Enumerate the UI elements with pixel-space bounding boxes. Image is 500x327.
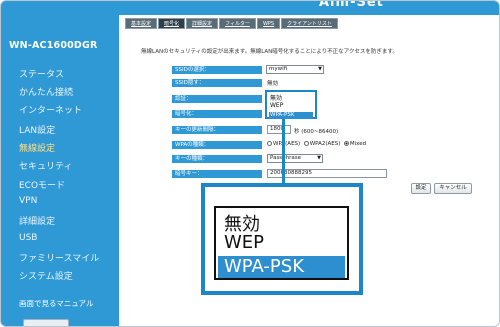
key-type-label: キーの種類：: [172, 155, 262, 163]
mixed-label: Mixed: [349, 141, 367, 147]
ssid-stealth-label: SSID隠す：: [172, 79, 262, 87]
manual-button[interactable]: [23, 319, 69, 326]
save-button[interactable]: 設定: [411, 183, 431, 194]
sidebar-item-wireless[interactable]: 無線設定: [19, 141, 55, 154]
key-interval-input[interactable]: 1800: [267, 125, 291, 134]
ssid-stealth-value[interactable]: 無効: [267, 79, 278, 87]
top-header: Aim-Set: [119, 0, 499, 15]
sidebar-item-status[interactable]: ステータス: [19, 67, 64, 80]
encryption-option-wep[interactable]: WEP: [270, 102, 283, 109]
screenshot-frame: WN-AC1600DGR ステータス かんたん接続 インターネット LAN設定 …: [0, 0, 500, 327]
sidebar-item-usb[interactable]: USB: [19, 233, 37, 243]
sidebar-item-family-smile[interactable]: ファミリースマイル: [19, 251, 99, 264]
encryption-option-wpa-psk[interactable]: WPA-PSK: [269, 112, 313, 119]
tab-client-list[interactable]: クライアントリスト: [281, 18, 338, 29]
tab-basic[interactable]: 基本設定: [125, 18, 158, 29]
tab-bar: 基本設定 暗号化 詳細設定 フィルター WPS クライアントリスト: [125, 18, 338, 29]
sidebar-item-eco-mode[interactable]: ECOモード: [19, 178, 65, 191]
wpa-aes-label: WPA(AES): [273, 141, 301, 147]
manual-link[interactable]: 画面で見るマニュアル: [19, 298, 93, 309]
key-type-select[interactable]: Passphrase ▼: [267, 154, 323, 163]
ssid-select-label: SSIDの選択：: [172, 66, 262, 74]
sidebar-item-advanced[interactable]: 詳細設定: [19, 214, 55, 227]
brand-logo: Aim-Set: [319, 0, 384, 10]
sidebar-item-lan[interactable]: LAN設定: [19, 123, 55, 136]
tab-encryption[interactable]: 暗号化: [158, 18, 186, 29]
encryption-key-input[interactable]: 200630888295: [267, 169, 387, 178]
sidebar: WN-AC1600DGR ステータス かんたん接続 インターネット LAN設定 …: [1, 1, 119, 326]
sidebar-item-internet[interactable]: インターネット: [19, 103, 82, 116]
key-interval-unit: 秒 (600~86400): [294, 129, 339, 135]
wpa-aes-radio[interactable]: [267, 141, 272, 146]
zoom-connector: [282, 119, 285, 183]
zoom-option-wep: WEP: [224, 232, 265, 253]
tab-wps[interactable]: WPS: [256, 18, 281, 29]
sidebar-item-security[interactable]: セキュリティ: [19, 159, 72, 172]
key-interval-label: キーの更新間隔：: [172, 126, 262, 134]
tab-filter[interactable]: フィルター: [219, 18, 256, 29]
zoomed-dropdown-list: 無効 WEP WPA-PSK: [214, 206, 349, 280]
key-type-value: Passphrase: [270, 155, 302, 161]
wpa2-aes-radio[interactable]: [303, 141, 309, 146]
tab-advanced[interactable]: 詳細設定: [186, 18, 219, 29]
wpa-type-label: WPAの種類：: [172, 141, 262, 149]
encryption-dropdown-list[interactable]: 無効 WEP WPA-PSK: [265, 90, 317, 119]
mixed-radio[interactable]: [343, 141, 349, 146]
zoom-option-wpa-psk: WPA-PSK: [218, 256, 345, 278]
ssid-select-value: mywifi: [269, 66, 288, 72]
auth-mode-label: 認証：: [172, 95, 262, 103]
wpa2-aes-label: WPA2(AES): [309, 141, 341, 147]
encryption-option-disabled[interactable]: 無効: [270, 93, 282, 102]
chevron-down-icon: ▼: [317, 155, 321, 161]
cancel-button[interactable]: キャンセル: [434, 183, 472, 194]
chevron-down-icon: ▼: [318, 66, 322, 72]
zoom-callout: 無効 WEP WPA-PSK: [201, 183, 363, 295]
router-model-name: WN-AC1600DGR: [9, 40, 98, 51]
page-description: 無線LANのセキュリティの設定が出来ます。無線LAN暗号化することにより不正なア…: [141, 49, 398, 55]
encryption-label: 暗号化：: [172, 110, 262, 118]
sidebar-item-vpn[interactable]: VPN: [19, 196, 37, 206]
sidebar-item-easy-connect[interactable]: かんたん接続: [19, 85, 73, 98]
ssid-select[interactable]: mywifi ▼: [266, 65, 324, 74]
sidebar-item-system[interactable]: システム設定: [19, 269, 73, 282]
encryption-key-label: 暗号キー：: [172, 170, 262, 178]
